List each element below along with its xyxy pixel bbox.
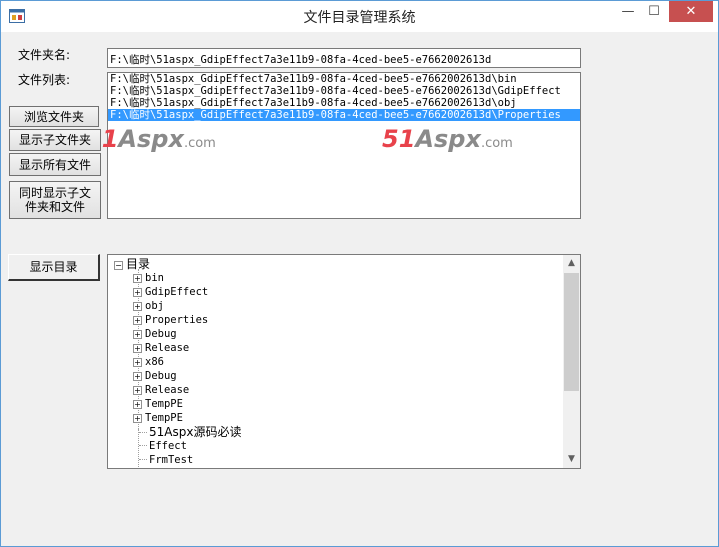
list-item-selected[interactable]: F:\临时\51aspx_GdipEffect7a3e11b9-08fa-4ce…	[108, 109, 580, 121]
expand-icon[interactable]: +	[133, 343, 142, 353]
close-button[interactable]: ✕	[669, 1, 713, 22]
watermark-number: 51	[382, 125, 416, 153]
expand-icon[interactable]: +	[133, 329, 142, 339]
tree-node[interactable]: + Debug	[133, 369, 177, 383]
tree-node-label: GdipEffect	[145, 286, 209, 298]
tree-connector	[139, 459, 147, 460]
browse-folder-button[interactable]: 浏览文件夹	[9, 106, 99, 127]
tree-root-node[interactable]: − 目录	[114, 257, 150, 271]
expand-icon[interactable]: +	[133, 399, 142, 409]
tree-node-label: 目录	[126, 257, 151, 271]
show-folders-and-files-button[interactable]: 同时显示子文 件夹和文件	[9, 181, 101, 219]
window-title: 文件目录管理系统	[303, 10, 416, 26]
expand-icon[interactable]: +	[133, 357, 142, 367]
tree-node[interactable]: FrmTest	[139, 453, 193, 467]
tree-node[interactable]: Effect	[139, 439, 187, 453]
tree-node-label: bin	[145, 272, 164, 284]
collapse-icon[interactable]: −	[114, 260, 123, 270]
button-label-line1: 同时显示子文	[18, 186, 91, 200]
tree-node-label: Release	[145, 342, 190, 354]
file-list-label: 文件列表:	[18, 73, 71, 87]
watermark-logo: 51Aspx.com	[85, 125, 216, 153]
tree-node-label: FrmTest	[149, 454, 194, 466]
tree-node-label: Release	[145, 384, 190, 396]
watermark-text: Aspx	[118, 125, 184, 153]
show-subfolders-button[interactable]: 显示子文件夹	[9, 129, 101, 151]
list-item[interactable]: F:\临时\51aspx_GdipEffect7a3e11b9-08fa-4ce…	[108, 97, 580, 109]
tree-node[interactable]: + Properties	[133, 313, 208, 327]
watermark-text: Aspx	[415, 125, 481, 153]
tree-node-label: 51Aspx源码必读	[149, 425, 242, 439]
maximize-button[interactable]: ☐	[641, 1, 667, 22]
watermark-logo: 51Aspx.com	[382, 125, 513, 153]
tree-connector	[139, 445, 147, 446]
tree-node[interactable]: 51Aspx源码必读	[139, 425, 241, 439]
watermark-domain: .com	[480, 136, 513, 151]
show-all-files-button[interactable]: 显示所有文件	[9, 153, 101, 176]
folder-name-label: 文件夹名:	[18, 48, 71, 62]
minimize-button[interactable]: —	[615, 1, 641, 22]
watermark-domain: .com	[183, 136, 216, 151]
tree-node[interactable]: + TempPE	[133, 411, 183, 425]
folder-path-input[interactable]: F:\临时\51aspx_GdipEffect7a3e11b9-08fa-4ce…	[107, 48, 581, 68]
tree-node-label: TempPE	[145, 398, 183, 410]
tree-node[interactable]: + GdipEffect	[133, 285, 208, 299]
tree-node[interactable]: + Debug	[133, 327, 177, 341]
directory-treeview[interactable]: − 目录 + bin + GdipEffect + obj + Properties + Debug…	[107, 254, 581, 469]
tree-node-label: obj	[145, 300, 164, 312]
scroll-up-icon[interactable]: ▲	[563, 255, 580, 272]
expand-icon[interactable]: +	[133, 273, 142, 283]
list-item[interactable]: F:\临时\51aspx_GdipEffect7a3e11b9-08fa-4ce…	[108, 73, 580, 85]
vertical-scrollbar[interactable]: ▲ ▼	[563, 255, 580, 468]
expand-icon[interactable]: +	[133, 413, 142, 423]
tree-node[interactable]: + Release	[133, 383, 189, 397]
tree-node-label: Properties	[145, 314, 209, 326]
expand-icon[interactable]: +	[133, 287, 142, 297]
tree-connector	[139, 432, 147, 433]
tree-node[interactable]: FrmTest.Designer	[139, 467, 250, 468]
tree-content: − 目录 + bin + GdipEffect + obj + Properties + Debug…	[108, 255, 563, 468]
expand-icon[interactable]: +	[133, 385, 142, 395]
list-item[interactable]: F:\临时\51aspx_GdipEffect7a3e11b9-08fa-4ce…	[108, 85, 580, 97]
tree-node-label: Debug	[145, 328, 177, 340]
tree-node[interactable]: + obj	[133, 299, 164, 313]
tree-node[interactable]: + x86	[133, 355, 164, 369]
expand-icon[interactable]: +	[133, 371, 142, 381]
tree-node[interactable]: + TempPE	[133, 397, 183, 411]
expand-icon[interactable]: +	[133, 301, 142, 311]
tree-node-label: TempPE	[145, 412, 183, 424]
tree-node[interactable]: + bin	[133, 271, 164, 285]
scrollbar-thumb[interactable]	[564, 273, 579, 391]
tree-node-label: Debug	[145, 370, 177, 382]
scroll-down-icon[interactable]: ▼	[563, 451, 580, 468]
show-directory-button[interactable]: 显示目录	[8, 254, 100, 281]
tree-node[interactable]: + Release	[133, 341, 189, 355]
tree-node-label: Effect	[149, 440, 187, 452]
main-window: 文件目录管理系统 — ☐ ✕ 文件夹名: F:\临时\51aspx_GdipEf…	[0, 0, 719, 547]
tree-node-label: x86	[145, 356, 164, 368]
title-bar: 文件目录管理系统 — ☐ ✕	[1, 1, 718, 32]
button-label-line2: 件夹和文件	[24, 200, 85, 214]
expand-icon[interactable]: +	[133, 315, 142, 325]
